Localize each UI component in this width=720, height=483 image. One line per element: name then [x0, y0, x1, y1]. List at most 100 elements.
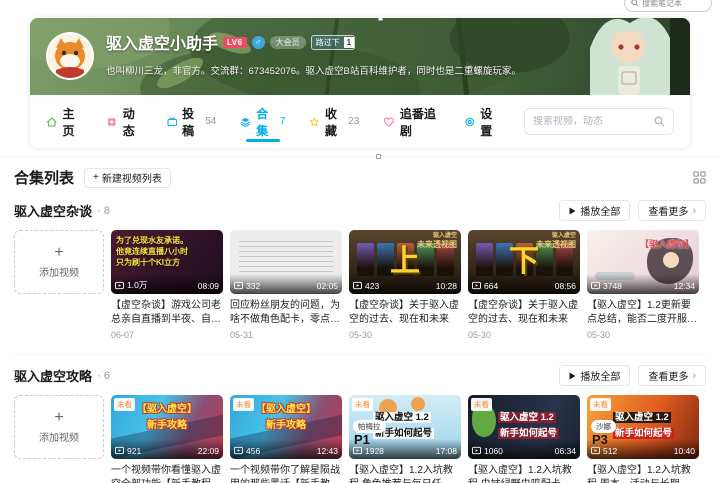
- space-search-input[interactable]: [533, 116, 651, 127]
- collection-title[interactable]: 驱入虚空攻略: [14, 366, 92, 385]
- see-more-button[interactable]: 查看更多 ›: [638, 200, 706, 221]
- plus-icon: +: [54, 244, 64, 261]
- video-date: 05-30: [349, 330, 373, 340]
- username[interactable]: 驱入虚空小助手: [106, 30, 218, 54]
- play-count-icon: [472, 281, 481, 290]
- page-search-input[interactable]: 搜索笔记本: [624, 0, 712, 12]
- fan-medal-level: 1: [343, 36, 355, 48]
- see-more-label: 查看更多: [648, 372, 689, 383]
- video-stats: 921 22:09: [111, 439, 223, 459]
- search-icon[interactable]: [654, 116, 665, 127]
- play-all-label: 播放全部: [580, 207, 621, 218]
- video-stats: 332 02:05: [230, 274, 342, 294]
- view-count: 1928: [365, 446, 384, 456]
- plus-icon: +: [93, 172, 99, 183]
- play-count-icon: [591, 446, 600, 455]
- tab-dynamic[interactable]: 动态: [106, 95, 142, 148]
- video-thumbnail: 未看 帕梅拉 驱入虚空 1.2 新手如何起号 P1 1928 17:08: [349, 395, 461, 459]
- collection-section: 驱入虚空攻略 6 播放全部 查看更多 › + 添加视频 未看: [14, 354, 706, 483]
- duration: 08:09: [197, 281, 219, 291]
- view-count: 456: [246, 446, 261, 456]
- tab-collections[interactable]: 合集 7: [240, 95, 285, 148]
- see-more-label: 查看更多: [648, 207, 689, 218]
- video-card[interactable]: 未看 驱入虚空 1.2 新手如何起号 1060 06:34 【驱入虚空】1.2入坑…: [468, 395, 580, 483]
- selection-handle: [376, 154, 381, 159]
- page-search-text: 搜索笔记本: [642, 0, 682, 8]
- play-all-label: 播放全部: [580, 372, 621, 383]
- duration: 06:34: [554, 446, 576, 456]
- add-video-card[interactable]: + 添加视频: [14, 395, 104, 459]
- video-thumbnail: 未看 【驱入虚空】 新手攻略 921 22:09: [111, 395, 223, 459]
- tab-count: 54: [205, 116, 217, 127]
- grid-view-icon[interactable]: [693, 171, 706, 184]
- video-title: 一个视频带你了解星陨战甲的那些黑话【新手教程】第二期: [230, 465, 340, 483]
- video-card[interactable]: 驱入虚空 未来透视图 下 664 08:56 【虚空杂谈】关于驱入虚空的过去、现在…: [468, 230, 580, 340]
- video-card[interactable]: 驱入虚空 未来透视图 上 423 10:28 【虚空杂谈】关于驱入虚空的过去、现在…: [349, 230, 461, 340]
- space-search[interactable]: [524, 108, 675, 135]
- view-count: 512: [603, 446, 618, 456]
- play-count-icon: [591, 281, 600, 290]
- video-stats: 3748 12:34: [587, 274, 699, 294]
- duration: 22:09: [197, 446, 219, 456]
- tab-label: 追番追剧: [399, 106, 436, 138]
- video-card[interactable]: 未看 【驱入虚空】新手攻略 456 12:43 一个视频带你了解星陨战甲的那些黑…: [230, 395, 342, 483]
- avatar[interactable]: [46, 32, 94, 80]
- fan-medal[interactable]: 路过下 1: [310, 34, 356, 50]
- view-count: 1.0万: [127, 280, 148, 290]
- duration: 08:56: [554, 281, 576, 291]
- video-stats: 1.0万 08:09: [111, 274, 223, 294]
- see-more-button[interactable]: 查看更多 ›: [638, 365, 706, 386]
- duration: 12:34: [673, 281, 695, 291]
- video-card[interactable]: 332 02:05 回应粉丝朋友的问题，为啥不做角色配卡，零点能媒收集？ 05-…: [230, 230, 342, 340]
- star-icon: [310, 116, 320, 126]
- video-card[interactable]: 【驱入虚空】 3748 12:34 【驱入虚空】1.2更新要点总结，能否二度开服…: [587, 230, 699, 340]
- video-title: 【驱入虚空】1.2入坑教程 虫妹绿野虫鸣配卡与实战【新手教程】第四期: [468, 465, 572, 483]
- selection-handle: [687, 18, 690, 21]
- video-date: 05-31: [230, 330, 254, 340]
- tab-label: 主页: [62, 106, 75, 138]
- collection-title[interactable]: 驱入虚空杂谈: [14, 201, 92, 220]
- unwatched-badge: 未看: [590, 398, 611, 411]
- tab-favorites[interactable]: 收藏 23: [309, 95, 359, 148]
- video-thumbnail: 为了兑现水友承诺。 他竟连续直播八小时 只为刷十个KI立方 1.0万 08:09: [111, 230, 223, 294]
- unwatched-badge: 未看: [233, 398, 254, 411]
- video-card[interactable]: 未看 【驱入虚空】新手攻略 921 22:09 一个视频带你看懂驱入虚空全部功能…: [111, 395, 223, 483]
- user-bio: 也叫柳川三龙，非官方。交流群：673452076。驱入虚空B站百科维护者，同时也…: [106, 66, 521, 77]
- video-card[interactable]: 为了兑现水友承诺。 他竟连续直播八小时 只为刷十个KI立方 1.0万 08:09…: [111, 230, 223, 340]
- view-count: 664: [484, 281, 499, 291]
- collection-count: 6: [97, 370, 110, 382]
- video-card[interactable]: 未看 帕梅拉 驱入虚空 1.2 新手如何起号 P1 1928 17:08 【驱入虚…: [349, 395, 461, 483]
- video-date: 06-07: [111, 330, 135, 340]
- play-all-button[interactable]: 播放全部: [559, 200, 631, 221]
- search-icon: [631, 0, 639, 7]
- fan-medal-name: 路过下: [311, 35, 344, 49]
- clover-icon: [108, 117, 116, 126]
- male-icon: ♂: [251, 35, 265, 49]
- video-card[interactable]: 未看 沙娜 驱入虚空 1.2 新手如何起号 P3 512 10:40 【驱入虚空】…: [587, 395, 699, 483]
- video-thumbnail: 驱入虚空 未来透视图 上 423 10:28: [349, 230, 461, 294]
- tab-bangumi[interactable]: 追番追剧: [383, 95, 439, 148]
- duration: 10:40: [673, 446, 695, 456]
- duration: 17:08: [435, 446, 457, 456]
- layers-icon: [241, 117, 251, 127]
- chevron-right-icon: ›: [692, 369, 696, 382]
- tab-videos[interactable]: 投稿 54: [166, 95, 217, 148]
- part-label: P3: [592, 432, 608, 447]
- play-count-icon: [472, 446, 481, 455]
- play-count-icon: [115, 281, 124, 290]
- unwatched-badge: 未看: [352, 398, 373, 411]
- unwatched-badge: 未看: [471, 398, 492, 411]
- tab-home[interactable]: 主页: [46, 95, 82, 148]
- tab-label: 合集: [256, 106, 269, 138]
- tab-settings[interactable]: 设置: [464, 95, 500, 148]
- avatar-cat-art: [48, 34, 92, 78]
- view-count: 3748: [603, 281, 622, 291]
- tab-label: 设置: [480, 106, 493, 138]
- new-playlist-button[interactable]: + 新建视频列表: [84, 167, 171, 188]
- play-count-icon: [353, 281, 362, 290]
- add-video-card[interactable]: + 添加视频: [14, 230, 104, 294]
- tv-icon: [166, 116, 177, 126]
- video-thumbnail: 未看 驱入虚空 1.2 新手如何起号 1060 06:34: [468, 395, 580, 459]
- play-all-button[interactable]: 播放全部: [559, 365, 631, 386]
- video-thumbnail: 332 02:05: [230, 230, 342, 294]
